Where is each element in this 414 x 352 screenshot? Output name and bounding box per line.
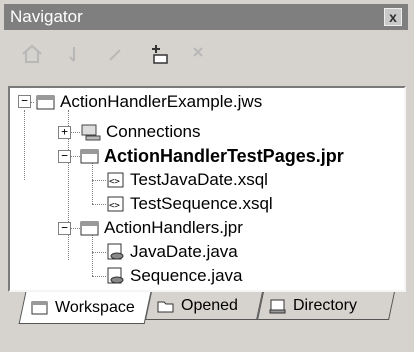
tree-label: ActionHandlerExample.jws (60, 92, 263, 111)
tree-node-project1[interactable]: ActionHandlerTestPages.jpr (80, 144, 344, 168)
home-icon[interactable] (20, 42, 44, 66)
project-icon (80, 221, 99, 236)
svg-text:<>: <> (109, 177, 120, 187)
workspace-icon (36, 95, 55, 110)
tree-node-file4[interactable]: Sequence.java (106, 264, 242, 288)
tab-directory[interactable]: Directory (257, 292, 395, 320)
expand-toggle-connections[interactable]: + (58, 126, 71, 139)
navigator-tabs: Workspace Opened Directory (8, 292, 406, 326)
folder-icon (157, 301, 174, 312)
navigator-panel: Navigator x − ActionHandlerExample.jws +… (0, 0, 414, 352)
xsql-file-icon: <> (107, 172, 124, 188)
project-tree: − ActionHandlerExample.jws + Connections… (8, 86, 406, 292)
tree-node-workspace[interactable]: ActionHandlerExample.jws (36, 90, 262, 114)
tab-label: Directory (293, 296, 358, 314)
tree-label: ActionHandlerTestPages.jpr (104, 145, 344, 166)
collapse-toggle-project2[interactable]: − (58, 222, 71, 235)
tree-node-file2[interactable]: <> TestSequence.xsql (106, 192, 273, 216)
tree-node-file3[interactable]: JavaDate.java (106, 240, 238, 264)
tree-label: TestSequence.xsql (130, 194, 273, 213)
tree-label: Connections (106, 122, 201, 141)
tab-workspace[interactable]: Workspace (18, 292, 152, 324)
toolbar (8, 34, 406, 74)
workspace-icon (31, 301, 48, 314)
tree-label: TestJavaDate.xsql (130, 170, 268, 189)
java-file-icon (107, 243, 124, 260)
tab-label: Opened (181, 296, 239, 314)
check-icon[interactable] (104, 42, 128, 66)
collapse-toggle-project1[interactable]: − (58, 150, 71, 163)
tree-node-connections[interactable]: Connections (80, 120, 201, 144)
tree-node-file1[interactable]: <> TestJavaDate.xsql (106, 168, 268, 192)
svg-text:<>: <> (109, 201, 120, 211)
connections-icon (81, 124, 101, 141)
project-icon (80, 149, 99, 164)
tree-label: Sequence.java (130, 266, 243, 285)
tree-label: ActionHandlers.jpr (104, 218, 243, 237)
title-bar: Navigator x (4, 4, 408, 30)
java-file-icon (107, 267, 124, 284)
remove-icon[interactable] (188, 42, 212, 66)
directory-icon (269, 299, 286, 313)
tab-label: Workspace (55, 298, 135, 316)
close-icon[interactable]: x (384, 8, 402, 26)
tree-label: JavaDate.java (130, 242, 238, 261)
xsql-file-icon: <> (107, 196, 124, 212)
collapse-toggle-workspace[interactable]: − (18, 95, 31, 108)
tree-node-project2[interactable]: ActionHandlers.jpr (80, 216, 243, 240)
add-icon[interactable] (146, 42, 170, 66)
down-icon[interactable] (62, 42, 86, 66)
window-title: Navigator (10, 7, 83, 26)
tab-opened[interactable]: Opened (145, 292, 263, 320)
